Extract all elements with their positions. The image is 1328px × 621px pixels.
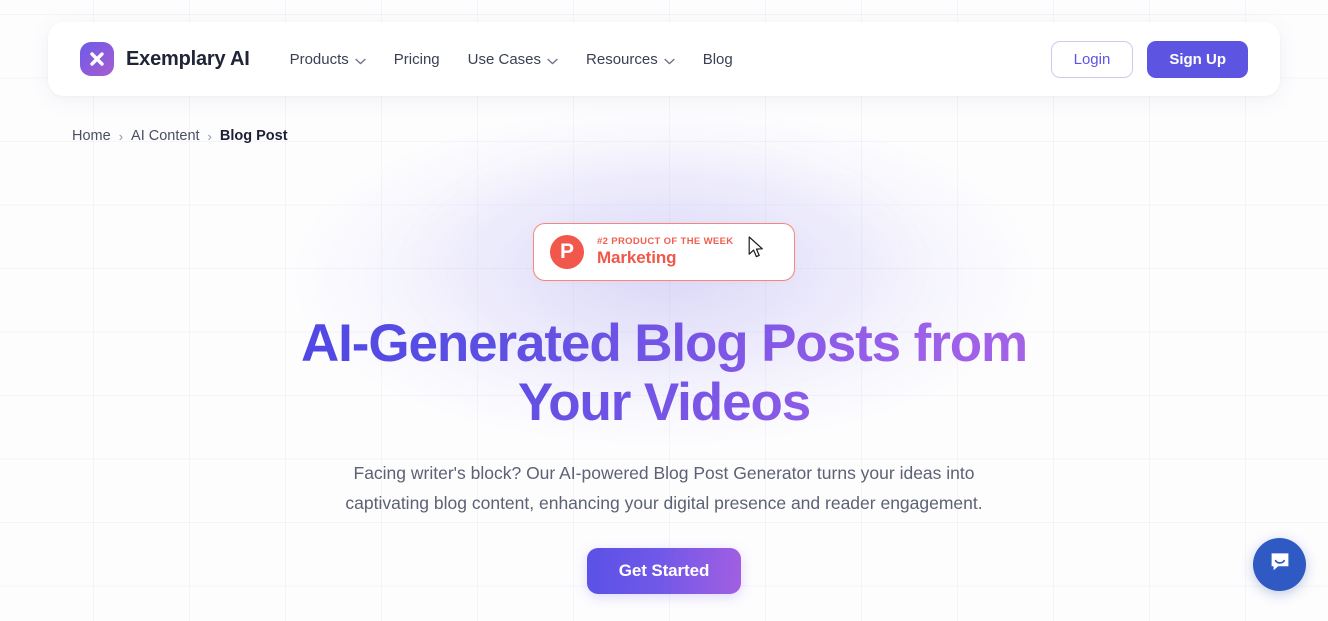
brand-logo[interactable]: Exemplary AI [80,42,250,76]
nav-label-use-cases: Use Cases [467,50,542,68]
nav-item-resources[interactable]: Resources [586,50,675,69]
breadcrumb-separator-icon: › [207,128,212,144]
chevron-down-icon [355,52,366,69]
breadcrumb-item-ai-content[interactable]: AI Content [131,128,200,144]
chevron-down-icon [547,52,558,69]
page-title: AI-Generated Blog Posts from Your Videos [284,314,1044,432]
breadcrumb-item-home[interactable]: Home [72,128,111,144]
chat-launcher-button[interactable] [1253,538,1306,591]
nav-label-products: Products [289,50,349,68]
get-started-button[interactable]: Get Started [586,548,742,594]
nav-item-products[interactable]: Products [290,50,366,69]
main-navigation: Products Pricing Use Cases Resources Blo… [290,50,733,69]
product-hunt-category-label: Marketing [597,248,677,267]
chat-bubble-icon [1267,549,1293,580]
hero-subheading: Facing writer's block? Our AI-powered Bl… [345,463,983,513]
auth-actions: Login Sign Up [1050,40,1248,78]
breadcrumb: Home › AI Content › Blog Post [72,128,288,144]
x-mark-logo-icon [80,42,114,76]
brand-name: Exemplary AI [126,47,250,70]
product-hunt-avatar-icon: P [550,235,584,269]
nav-item-blog[interactable]: Blog [703,51,733,68]
product-hunt-badge-text: #2 PRODUCT OF THE WEEK Marketing [597,236,734,268]
chevron-down-icon [664,52,675,69]
nav-label-pricing: Pricing [393,50,440,68]
nav-label-blog: Blog [702,50,733,68]
signup-button[interactable]: Sign Up [1147,40,1248,78]
product-hunt-rank-label: #2 PRODUCT OF THE WEEK [597,236,734,247]
product-hunt-badge[interactable]: P #2 PRODUCT OF THE WEEK Marketing [533,223,795,281]
nav-item-pricing[interactable]: Pricing [394,51,440,68]
nav-label-resources: Resources [586,50,658,68]
site-header: Exemplary AI Products Pricing Use Cases … [48,22,1280,96]
nav-item-use-cases[interactable]: Use Cases [468,50,558,69]
breadcrumb-item-blog-post: Blog Post [219,128,288,144]
login-button[interactable]: Login [1050,40,1134,78]
hero-section: P #2 PRODUCT OF THE WEEK Marketing AI-Ge… [0,160,1328,594]
breadcrumb-separator-icon: › [118,128,124,144]
